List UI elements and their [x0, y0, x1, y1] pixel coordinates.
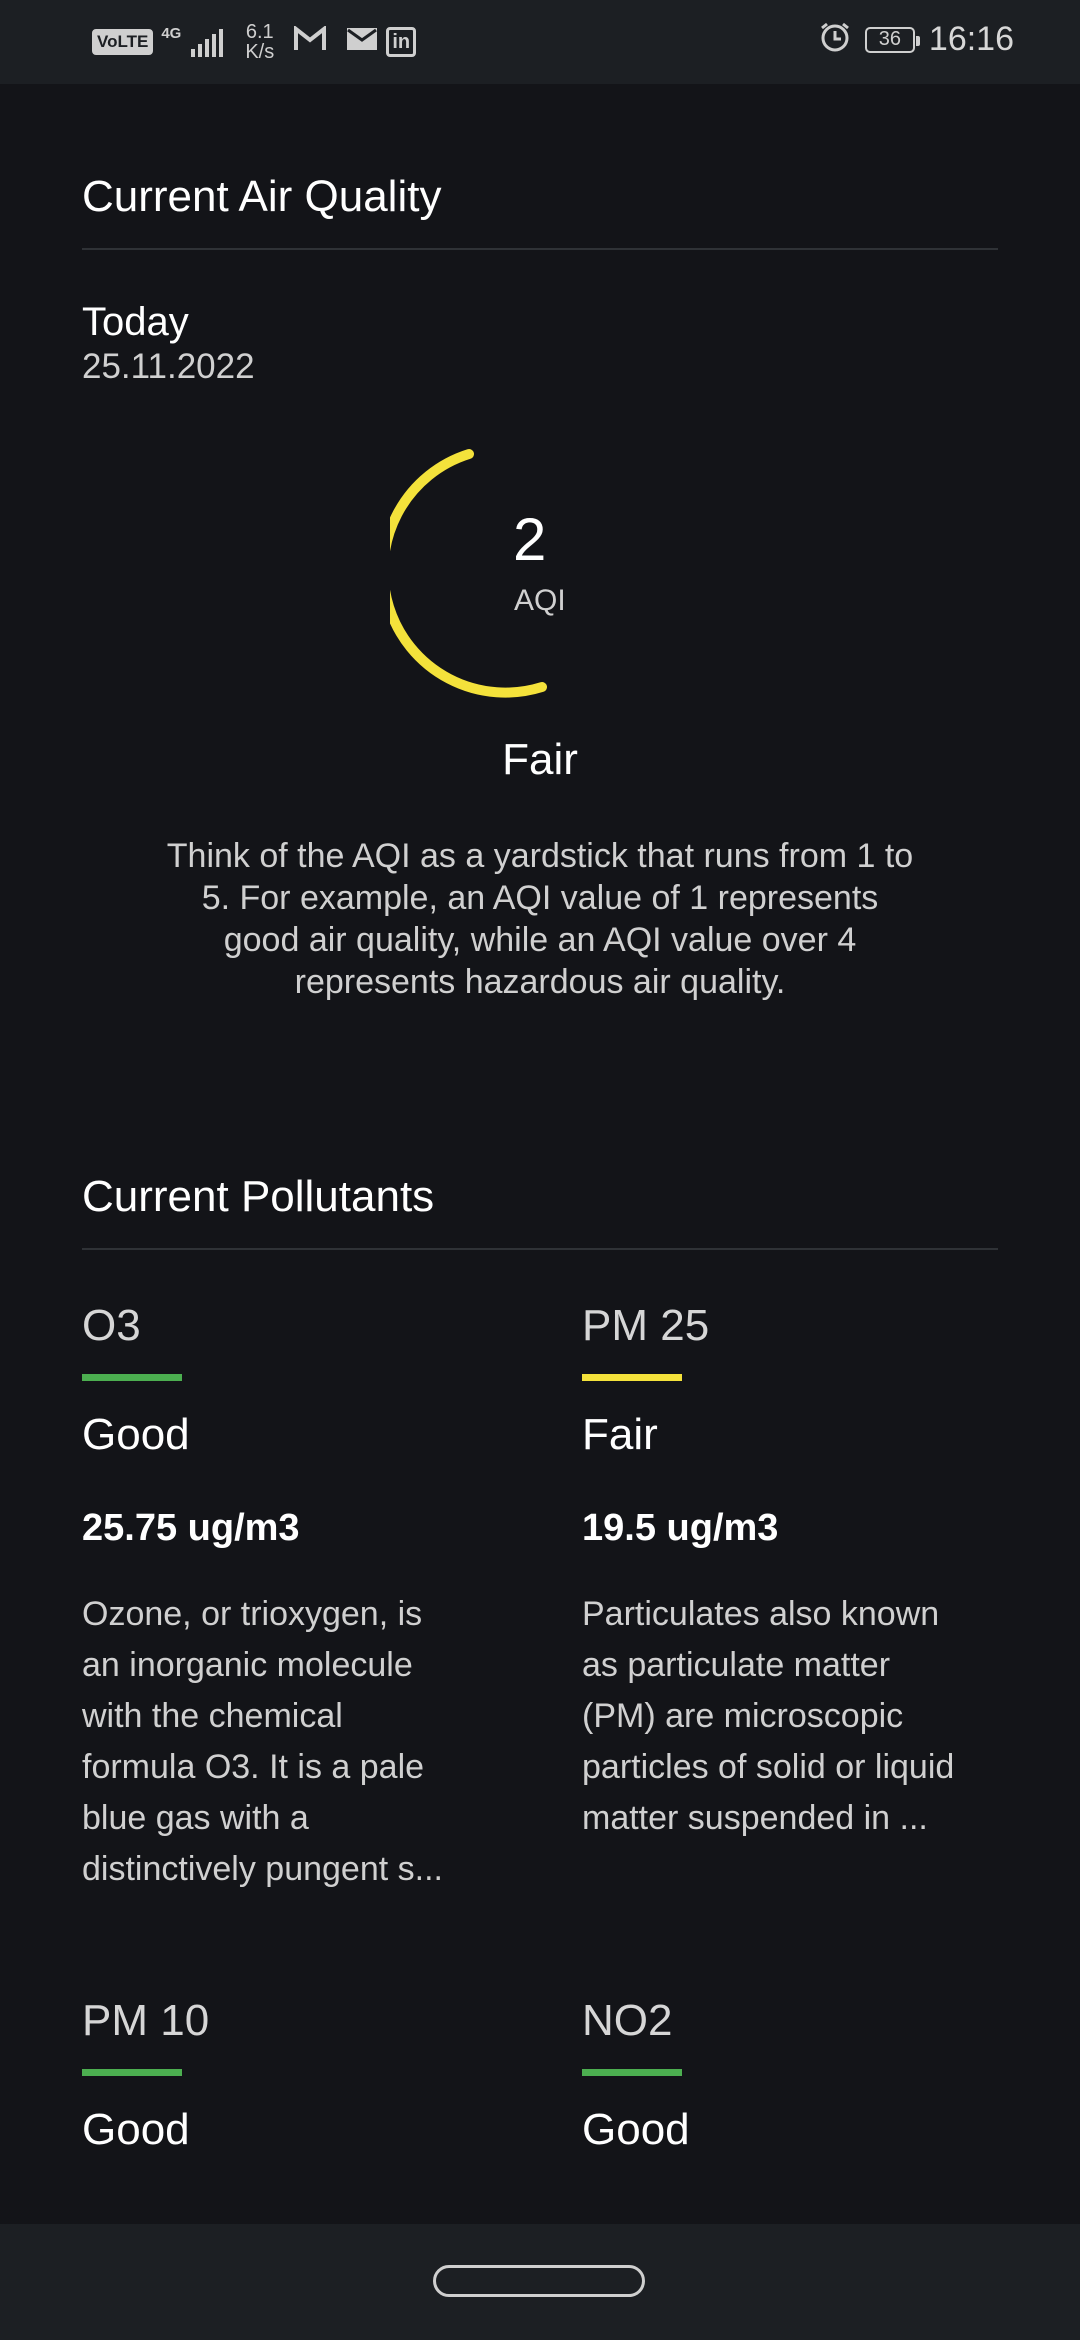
aqi-status: Fair: [502, 735, 578, 784]
pollutant-name: NO2: [582, 1996, 673, 2045]
pollutant-name: PM 25: [582, 1301, 710, 1350]
aqi-label: AQI: [514, 584, 566, 617]
status-icons-right: 36 16:16: [819, 20, 1014, 59]
pollutant-description: Particulates also known as particulate m…: [582, 1595, 955, 1837]
aqi-description: Think of the AQI as a yardstick that run…: [166, 837, 914, 1001]
pollutant-level: Good: [82, 1410, 190, 1459]
day-label: Today: [82, 300, 189, 344]
air-quality-divider: [82, 248, 998, 250]
home-gesture-handle[interactable]: [433, 2265, 645, 2297]
pollutant-name: O3: [82, 1301, 141, 1350]
pollutant-card-o3[interactable]: O3 Good 25.75 ug/m3 Ozone, or trioxygen,…: [82, 1300, 462, 1895]
pollutant-level-bar: [82, 1374, 182, 1381]
pollutant-value: 25.75 ug/m3: [82, 1507, 300, 1549]
pollutant-name: PM 10: [82, 1996, 210, 2045]
mail-icon: [346, 26, 378, 58]
alarm-icon: [819, 21, 851, 59]
pollutant-level: Good: [582, 2105, 690, 2154]
pollutants-divider: [82, 1248, 998, 1250]
linkedin-icon: in: [386, 27, 417, 57]
aqi-value: 2: [513, 506, 547, 573]
air-quality-title: Current Air Quality: [82, 172, 442, 221]
status-icons-left: VoLTE 4G 6.1 K/s in: [92, 22, 417, 62]
pollutant-level: Good: [82, 2105, 190, 2154]
pollutant-card-no2[interactable]: NO2 Good: [582, 1995, 962, 2156]
signal-icon: [191, 27, 224, 57]
pollutant-card-pm10[interactable]: PM 10 Good: [82, 1995, 462, 2156]
battery-icon: 36: [864, 26, 920, 53]
gmail-icon: [294, 24, 327, 58]
pollutant-card-pm25[interactable]: PM 25 Fair 19.5 ug/m3 Particulates also …: [582, 1300, 962, 1844]
speed-unit: K/s: [245, 41, 275, 63]
pollutants-title: Current Pollutants: [82, 1172, 435, 1221]
pollutant-description: Ozone, or trioxygen, is an inorganic mol…: [82, 1595, 443, 1888]
network-type: 4G: [161, 25, 182, 42]
status-bar: VoLTE 4G 6.1 K/s in 36 16:16: [0, 0, 1080, 84]
date-label: 25.11.2022: [82, 347, 255, 386]
network-speed: 6.1 K/s: [245, 22, 274, 62]
pollutant-level: Fair: [582, 1410, 658, 1459]
pollutant-level-bar: [582, 2069, 682, 2076]
pollutant-level-bar: [582, 1374, 682, 1381]
clock: 16:16: [928, 20, 1014, 58]
speed-value: 6.1: [245, 21, 274, 43]
pollutant-value: 19.5 ug/m3: [582, 1507, 779, 1549]
pollutant-level-bar: [82, 2069, 182, 2076]
volte-icon: VoLTE: [92, 29, 154, 55]
